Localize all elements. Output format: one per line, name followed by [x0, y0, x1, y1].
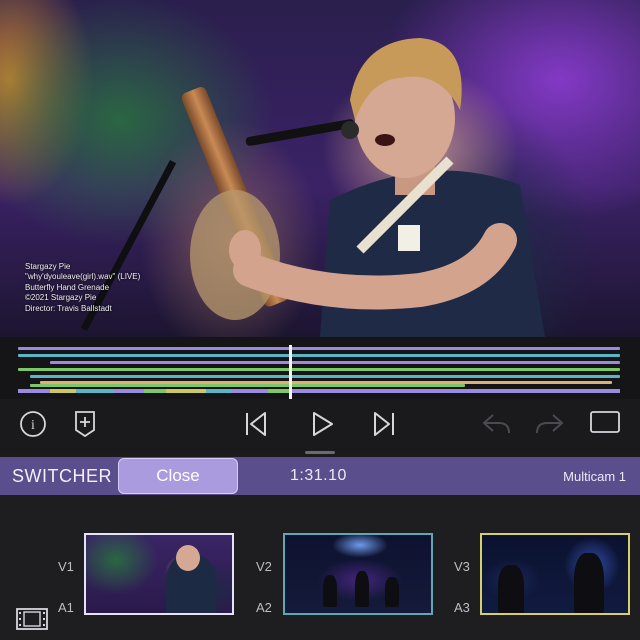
angle-2-audio-label: A2: [256, 600, 272, 615]
switcher-title: SWITCHER: [12, 466, 112, 486]
skip-back-button[interactable]: [240, 409, 272, 439]
timeline-track-audio[interactable]: [18, 368, 620, 371]
skip-forward-button[interactable]: [368, 409, 400, 439]
filmstrip-button[interactable]: [14, 605, 50, 633]
multicam-label[interactable]: Multicam 1: [563, 469, 626, 484]
performer-silhouette: [498, 565, 524, 613]
timeline-switch-strip[interactable]: [0, 389, 640, 395]
timeline-track-v2-b[interactable]: [30, 375, 620, 378]
timecode: 1:31.10: [290, 467, 347, 484]
angle-2-video-label: V2: [256, 559, 272, 574]
angle-1-video-label: V1: [58, 559, 74, 574]
angle-3-video-label: V3: [454, 559, 470, 574]
performer-silhouette: [385, 577, 399, 607]
undo-button[interactable]: [480, 409, 514, 439]
play-icon: [313, 412, 333, 436]
angle-3-audio-label: A3: [454, 600, 470, 615]
performer-silhouette: [574, 553, 604, 613]
video-preview[interactable]: Stargazy Pie "why'dyouleave(girl).wav" (…: [0, 0, 640, 337]
play-button[interactable]: [306, 409, 338, 439]
close-button[interactable]: Close: [118, 458, 238, 494]
skip-forward-icon: [374, 412, 394, 436]
angle-2-thumbnail[interactable]: [283, 533, 433, 615]
angle-1-thumbnail[interactable]: [84, 533, 234, 615]
svg-text:i: i: [31, 418, 35, 433]
redo-icon: [536, 414, 564, 434]
info-button[interactable]: i: [18, 409, 48, 439]
angle-1-audio-label: A1: [58, 600, 74, 615]
timeline-track-audio-b[interactable]: [30, 384, 465, 387]
add-marker-button[interactable]: [72, 408, 98, 440]
timeline[interactable]: [0, 337, 640, 399]
angle-3-thumbnail[interactable]: [480, 533, 630, 615]
add-marker-icon: [75, 411, 95, 438]
credit-line: Stargazy Pie: [25, 262, 71, 271]
timeline-track-v2[interactable]: [18, 354, 620, 357]
playhead[interactable]: [289, 345, 292, 399]
undo-icon: [482, 414, 510, 434]
fullscreen-button[interactable]: [588, 409, 622, 435]
transport-bar: i: [0, 399, 640, 454]
credit-line: Butterfly Hand Grenade: [25, 282, 110, 292]
filmstrip-icon: [16, 608, 48, 630]
performer-head: [176, 545, 200, 571]
panel-grabber[interactable]: [305, 451, 335, 454]
performer-silhouette: [355, 571, 369, 607]
redo-button[interactable]: [532, 409, 566, 439]
performer-silhouette: [323, 575, 337, 607]
timeline-track-v1[interactable]: [18, 347, 620, 350]
switcher-panel: V1 A1 V2 A2 V3 A3: [0, 495, 640, 640]
skip-back-icon: [246, 412, 266, 436]
timeline-track-v3[interactable]: [50, 361, 620, 364]
credit-line: Director: Travis Ballstadt: [25, 303, 112, 313]
fullscreen-icon: [590, 411, 620, 433]
switcher-bar: SWITCHER Close 1:31.10 Multicam 1: [0, 457, 640, 495]
video-credits: Stargazy Pie "why'dyouleave(girl).wav" (…: [25, 262, 140, 314]
credit-line: ©2021 Stargazy Pie: [25, 293, 97, 303]
credit-line: "why'dyouleave(girl).wav" (LIVE): [25, 272, 141, 282]
info-icon: i: [20, 411, 46, 437]
